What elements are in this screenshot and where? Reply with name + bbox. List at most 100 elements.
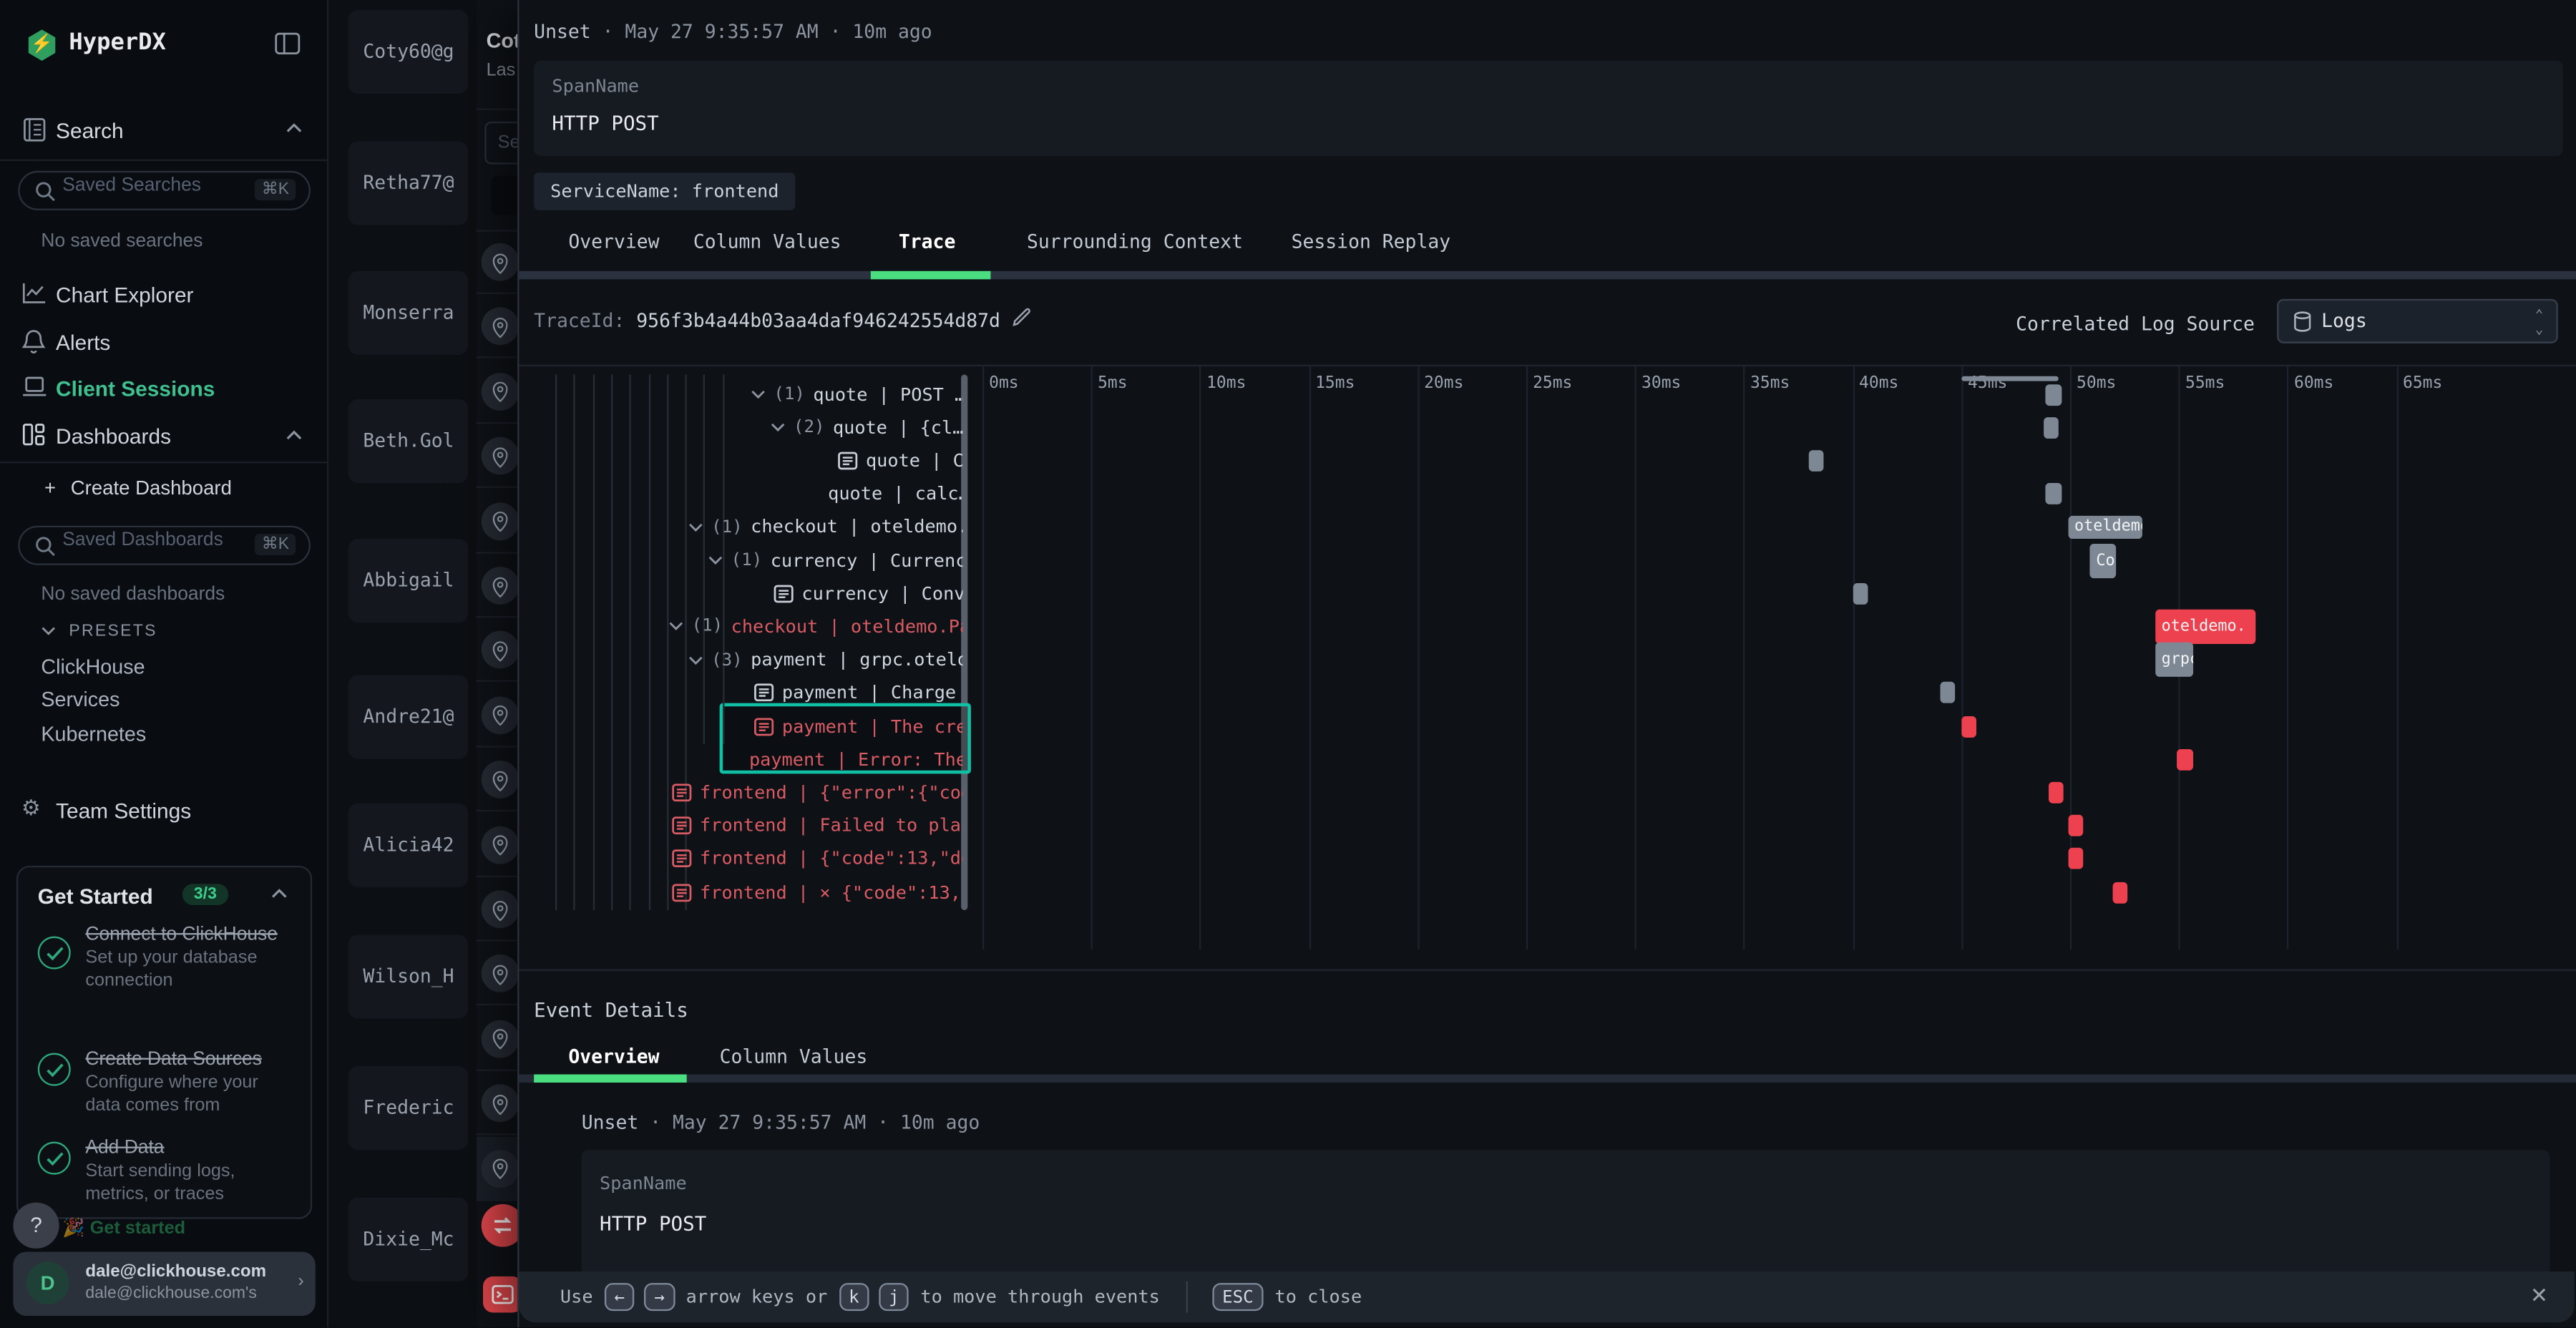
trace-tree-row[interactable]: quote | calc… (552, 477, 962, 510)
trace-tree-row[interactable]: (3)payment | grpc.oteld… (552, 643, 962, 676)
session-event-row[interactable] (477, 295, 519, 359)
span-duration-bar[interactable] (2044, 416, 2059, 438)
sidebar-item-chart-explorer[interactable]: Chart Explorer (0, 278, 327, 314)
get-started-item[interactable]: Add DataStart sending logs, metrics, or … (38, 1137, 298, 1208)
event-details-tab-column-values[interactable]: Column Values (720, 1045, 868, 1068)
session-list-item[interactable]: Wilson_H (348, 934, 469, 1018)
span-duration-bar[interactable]: Co (2089, 543, 2115, 577)
trace-tree-row[interactable]: currency | Conv… (552, 577, 962, 610)
chevron-down-icon[interactable] (668, 622, 683, 632)
session-event-row[interactable] (477, 683, 519, 748)
trace-tree-row[interactable]: frontend | {"code":13,"det… (552, 842, 962, 875)
chevron-down-icon[interactable] (688, 655, 703, 665)
correlated-log-source-select[interactable]: Logs ⌃⌄ (2277, 299, 2558, 343)
navigation-event-icon[interactable] (482, 1204, 519, 1247)
tab-trace[interactable]: Trace (899, 230, 955, 253)
sidebar-item-clickhouse[interactable]: ClickHouse (41, 655, 145, 678)
session-list-item[interactable]: Alicia42 (348, 804, 469, 887)
span-duration-bar[interactable] (2068, 848, 2083, 869)
service-name-chip[interactable]: ServiceName: frontend (534, 172, 795, 210)
event-details-tab-overview[interactable]: Overview (568, 1045, 659, 1068)
session-list-item[interactable]: Dixie_Mc (348, 1198, 469, 1281)
chevron-up-icon[interactable] (271, 889, 288, 899)
span-duration-bar[interactable]: oteldemo. (2155, 610, 2255, 644)
chevron-down-icon[interactable] (751, 389, 766, 399)
trace-tree-row[interactable]: (1)checkout | oteldemo.… (552, 511, 962, 544)
session-event-row[interactable] (477, 813, 519, 877)
span-duration-bar[interactable] (2177, 748, 2194, 770)
span-duration-bar[interactable] (2068, 815, 2083, 836)
get-started-item[interactable]: Connect to ClickHouseSet up your databas… (38, 923, 298, 994)
trace-tree-row[interactable]: frontend | Failed to place… (552, 809, 962, 842)
trace-tree-row[interactable]: (2)quote | {cl… (552, 411, 962, 444)
user-menu[interactable]: D dale@clickhouse.com dale@clickhouse.co… (13, 1251, 315, 1316)
help-button[interactable]: ? (13, 1203, 59, 1249)
session-event-row[interactable] (477, 618, 519, 683)
session-event-row[interactable] (477, 230, 519, 294)
session-list-item[interactable]: Frederic (348, 1066, 469, 1150)
span-duration-bar[interactable]: oteldemo. (2068, 515, 2142, 538)
presets-toggle[interactable]: PRESETS (41, 622, 157, 640)
session-event-row[interactable] (477, 1071, 519, 1136)
span-duration-bar[interactable] (2114, 882, 2129, 903)
chevron-down-icon[interactable] (688, 522, 703, 532)
close-icon[interactable]: ✕ (2530, 1283, 2548, 1309)
sidebar-item-services[interactable]: Services (41, 688, 119, 711)
trace-tree-row[interactable]: (1)currency | Currenc… (552, 544, 962, 577)
sidebar-item-client-sessions[interactable]: Client Sessions (0, 371, 327, 408)
span-duration-bar[interactable] (2046, 384, 2061, 405)
session-event-row[interactable] (477, 424, 519, 489)
session-list-item[interactable]: Beth.Gol (348, 399, 469, 483)
sidebar-item-alerts[interactable]: Alerts (0, 326, 327, 362)
search-section-header[interactable]: Search (0, 115, 327, 152)
chevron-down-icon[interactable] (771, 422, 786, 432)
trace-tree-row[interactable]: frontend | × {"code":13,"d… (552, 876, 962, 909)
trace-tree-row[interactable]: payment | The cre… (552, 710, 962, 743)
session-event-row[interactable] (477, 554, 519, 618)
span-duration-bar[interactable] (1809, 450, 1824, 472)
chevron-up-icon[interactable] (286, 431, 302, 441)
chevron-down-icon[interactable] (708, 555, 723, 565)
session-event-row[interactable] (477, 942, 519, 1006)
session-list-item[interactable]: Monserra (348, 271, 469, 355)
saved-dashboards-input[interactable] (62, 531, 243, 551)
tab-session-replay[interactable]: Session Replay (1292, 230, 1451, 253)
span-duration-bar[interactable]: grpc (2155, 643, 2194, 677)
saved-searches-search[interactable]: ⌘K (18, 171, 311, 210)
console-error-icon[interactable] (483, 1276, 519, 1313)
tab-surrounding-context[interactable]: Surrounding Context (1027, 230, 1243, 253)
trace-tree-row[interactable]: frontend | {"error":{"code… (552, 776, 962, 809)
session-list-item[interactable]: Retha77@ (348, 141, 469, 225)
saved-dashboards-search[interactable]: ⌘K (18, 526, 311, 565)
span-duration-bar[interactable] (2046, 483, 2061, 504)
trace-tree-row[interactable]: payment | Error: The … (552, 743, 962, 776)
session-event-row[interactable] (477, 1136, 519, 1201)
span-duration-bar[interactable] (2048, 782, 2063, 804)
span-duration-bar[interactable] (1939, 682, 1954, 703)
trace-tree-row[interactable]: quote | C… (552, 444, 962, 477)
span-duration-bar[interactable] (1961, 716, 1976, 737)
create-dashboard-button[interactable]: +Create Dashboard (44, 477, 232, 499)
sidebar-item-dashboards[interactable]: Dashboards (0, 419, 327, 455)
span-duration-bar[interactable] (1853, 582, 1868, 604)
edit-icon[interactable] (1010, 306, 1033, 328)
session-event-row[interactable] (477, 359, 519, 424)
tab-overview[interactable]: Overview (568, 230, 659, 253)
events-search-input[interactable]: Se (484, 122, 519, 165)
get-started-item[interactable]: Create Data SourcesConfigure where your … (38, 1048, 298, 1119)
sidebar-collapse-icon[interactable] (274, 31, 301, 56)
sidebar-item-kubernetes[interactable]: Kubernetes (41, 723, 146, 746)
session-event-row[interactable] (477, 748, 519, 812)
get-started-header[interactable]: Get Started 3/3 (38, 882, 294, 915)
tab-column-values[interactable]: Column Values (693, 230, 841, 253)
session-list-item[interactable]: Coty60@g (348, 10, 469, 94)
session-event-row[interactable] (477, 489, 519, 553)
saved-searches-input[interactable] (62, 176, 243, 196)
chevron-up-icon[interactable] (286, 123, 302, 133)
session-event-row[interactable] (477, 1007, 519, 1071)
trace-tree-row[interactable]: (1)checkout | oteldemo.Pa… (552, 610, 962, 643)
session-event-row[interactable] (477, 877, 519, 942)
sidebar-item-team-settings[interactable]: ⚙ Team Settings (0, 794, 327, 830)
events-filter-button[interactable] (491, 176, 519, 215)
session-list-item[interactable]: Andre21@ (348, 675, 469, 759)
